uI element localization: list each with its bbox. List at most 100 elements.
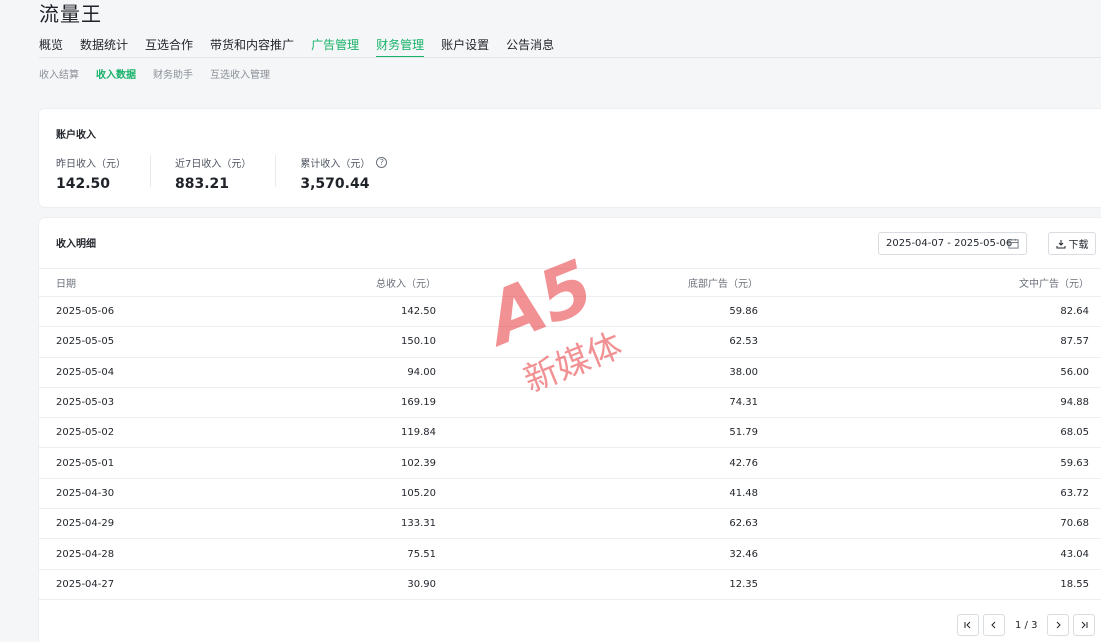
cell-date: 2025-05-06 [56,306,115,318]
subtab-income-data[interactable]: 收入数据 [96,66,136,81]
cell-bottom-ad: 62.53 [729,336,758,348]
table-row: 2025-04-27 30.90 12.35 18.55 [39,570,1101,600]
table-row: 2025-05-03 169.19 74.31 94.88 [39,388,1101,419]
table-row: 2025-05-04 94.00 38.00 56.00 [39,358,1101,388]
last-page-button[interactable] [1073,614,1096,636]
chevron-left-icon [991,621,996,629]
date-range-picker[interactable]: 2025-04-07 - 2025-05-06 [878,232,1027,255]
cell-inline-ad: 82.64 [1060,306,1089,318]
page-indicator: 1 / 3 [1015,619,1038,631]
cell-total-income: 30.90 [407,578,436,590]
prev-page-button[interactable] [983,614,1005,636]
tab-mutual-selection[interactable]: 互选合作 [145,36,193,58]
cell-date: 2025-05-04 [56,366,115,378]
first-page-button[interactable] [957,614,979,636]
account-income-card: 账户收入 昨日收入（元） 142.50 近7日收入（元） 883.21 累计收入… [39,109,1101,207]
cell-inline-ad: 43.04 [1060,548,1089,560]
cell-total-income: 142.50 [401,306,436,318]
subtab-income-settlement[interactable]: 收入结算 [39,66,79,81]
cell-total-income: 169.19 [401,397,436,409]
tab-data-stats[interactable]: 数据统计 [80,36,128,58]
tab-content-promotion[interactable]: 带货和内容推广 [210,36,294,58]
col-header-total: 总收入（元） [376,279,436,290]
stat-label: 昨日收入（元） [56,159,126,170]
cell-total-income: 105.20 [401,487,436,499]
cell-date: 2025-04-30 [56,487,115,499]
table-header: 日期 总收入（元） 底部广告（元） 文中广告（元） [39,268,1101,297]
download-icon [1056,239,1065,248]
cell-inline-ad: 87.57 [1060,336,1089,348]
cell-bottom-ad: 12.35 [729,578,758,590]
tab-account-settings[interactable]: 账户设置 [441,36,489,58]
card-title: 收入明细 [56,239,96,250]
cell-total-income: 119.84 [401,427,436,439]
cell-bottom-ad: 62.63 [729,518,758,530]
top-nav: 概览 数据统计 互选合作 带货和内容推广 广告管理 财务管理 账户设置 公告消息 [39,36,1101,58]
cell-bottom-ad: 42.76 [729,457,758,469]
cell-inline-ad: 59.63 [1060,457,1089,469]
cell-date: 2025-05-01 [56,457,115,469]
calendar-icon [1008,238,1019,249]
col-header-date: 日期 [56,279,76,290]
stat-value: 3,570.44 [300,176,370,192]
cell-date: 2025-05-02 [56,427,115,439]
table-row: 2025-04-28 75.51 32.46 43.04 [39,539,1101,570]
cell-inline-ad: 56.00 [1060,366,1089,378]
cell-bottom-ad: 32.46 [729,548,758,560]
cell-inline-ad: 94.88 [1060,397,1089,409]
question-icon[interactable]: ? [376,157,388,168]
cell-date: 2025-05-03 [56,397,115,409]
table-body: 2025-05-06 142.50 59.86 82.64 2025-05-05 150.… [39,297,1101,600]
tab-finance[interactable]: 财务管理 [376,36,425,58]
nav-divider [39,57,1101,58]
cell-inline-ad: 18.55 [1060,578,1089,590]
table-row: 2025-04-30 105.20 41.48 63.72 [39,479,1101,510]
col-header-bottom-ad: 底部广告（元） [688,279,758,290]
table-row: 2025-05-02 119.84 51.79 68.05 [39,418,1101,449]
cell-inline-ad: 63.72 [1060,487,1089,499]
table-row: 2025-05-01 102.39 42.76 59.63 [39,448,1101,479]
tab-ad-management[interactable]: 广告管理 [311,36,359,58]
stat-last-7-days: 近7日收入（元） 883.21 [175,155,277,192]
last-page-icon [1082,621,1088,629]
pagination: 1 / 3 [957,614,1096,636]
cell-total-income: 102.39 [401,457,436,469]
cell-total-income: 133.31 [401,518,436,530]
stat-label: 累计收入（元） ? [300,155,388,170]
cell-date: 2025-04-27 [56,578,115,590]
stat-yesterday: 昨日收入（元） 142.50 [56,155,151,192]
cell-date: 2025-04-28 [56,548,115,560]
subtab-finance-assistant[interactable]: 财务助手 [153,66,193,81]
chevron-right-icon [1057,621,1062,629]
income-table: 日期 总收入（元） 底部广告（元） 文中广告（元） 2025-05-06 142.… [39,268,1101,600]
cell-date: 2025-04-29 [56,518,115,530]
cell-bottom-ad: 41.48 [729,487,758,499]
download-label: 下载 [1068,240,1089,251]
tab-overview[interactable]: 概览 [39,36,63,58]
cell-bottom-ad: 59.86 [729,306,758,318]
subtab-mutual-income[interactable]: 互选收入管理 [210,66,270,81]
next-page-button[interactable] [1047,614,1070,636]
table-row: 2025-05-06 142.50 59.86 82.64 [39,297,1101,328]
card-title: 账户收入 [56,130,96,141]
cell-total-income: 150.10 [401,336,436,348]
stat-cumulative: 累计收入（元） ? 3,570.44 [300,155,411,192]
cell-total-income: 94.00 [407,366,436,378]
date-range-value: 2025-04-07 - 2025-05-06 [886,238,1013,249]
stat-label: 近7日收入（元） [175,159,252,170]
cell-bottom-ad: 51.79 [729,427,758,439]
cell-inline-ad: 68.05 [1060,427,1089,439]
cell-inline-ad: 70.68 [1060,518,1089,530]
cell-date: 2025-05-05 [56,336,115,348]
table-row: 2025-04-29 133.31 62.63 70.68 [39,509,1101,540]
table-row: 2025-05-05 150.10 62.53 87.57 [39,327,1101,358]
download-button[interactable]: 下载 [1048,232,1096,255]
stat-value: 883.21 [175,176,230,192]
col-header-inline-ad: 文中广告（元） [1019,279,1089,290]
first-page-icon [964,621,971,629]
app-title: 流量王 [39,2,102,26]
stats-row: 昨日收入（元） 142.50 近7日收入（元） 883.21 累计收入（元） ?… [56,155,435,192]
cell-bottom-ad: 38.00 [729,366,758,378]
stat-value: 142.50 [56,176,111,192]
tab-announcements[interactable]: 公告消息 [506,36,554,58]
